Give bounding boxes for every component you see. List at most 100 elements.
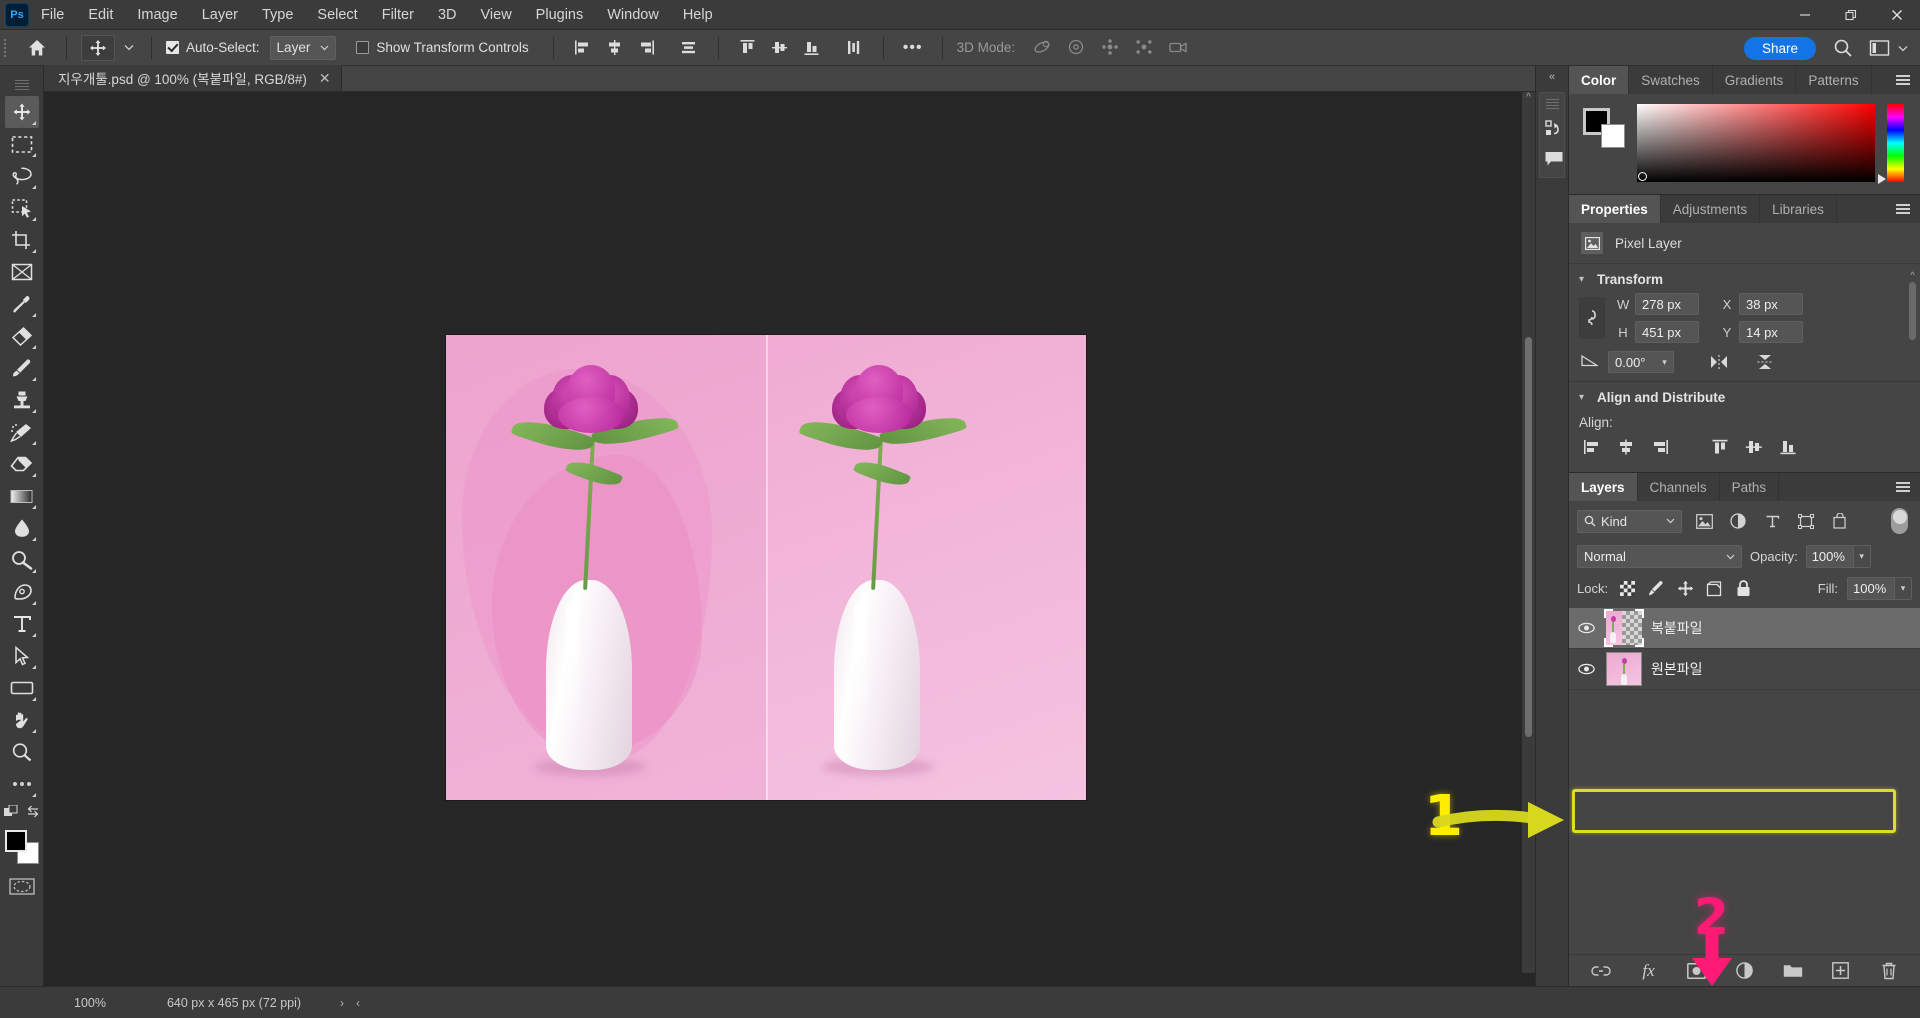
- rectangle-tool[interactable]: [5, 672, 39, 704]
- opacity-chevron-down-icon[interactable]: ▾: [1854, 545, 1871, 568]
- align-vertical-centers-icon[interactable]: [765, 35, 795, 61]
- layer-visibility-icon[interactable]: [1575, 663, 1597, 675]
- flip-vertical-icon[interactable]: [1752, 351, 1778, 373]
- align-section-header[interactable]: ▾ Align and Distribute: [1569, 390, 1920, 411]
- path-selection-tool[interactable]: [5, 640, 39, 672]
- color-spectrum-marker[interactable]: [1638, 172, 1647, 181]
- toolbar-grip[interactable]: [15, 80, 29, 92]
- blur-tool[interactable]: [5, 512, 39, 544]
- color-panel-swatches[interactable]: [1583, 108, 1625, 148]
- lock-position-icon[interactable]: [1675, 579, 1695, 599]
- minimize-button[interactable]: [1782, 0, 1828, 30]
- more-options-icon[interactable]: •••: [898, 35, 928, 61]
- menu-select[interactable]: Select: [305, 0, 369, 30]
- angle-field[interactable]: 0.00° ▾: [1608, 351, 1674, 373]
- align-vertical-centers-icon[interactable]: [1741, 436, 1767, 458]
- 3d-slide-icon[interactable]: [1129, 35, 1159, 61]
- home-icon[interactable]: [22, 35, 52, 61]
- link-layers-icon[interactable]: [1590, 960, 1612, 982]
- dodge-tool[interactable]: [5, 544, 39, 576]
- properties-scroll-thumb[interactable]: [1909, 282, 1916, 340]
- gradient-tool[interactable]: [5, 480, 39, 512]
- adjustment-filter-icon[interactable]: [1726, 510, 1750, 532]
- close-icon[interactable]: ✕: [319, 71, 331, 85]
- marquee-tool[interactable]: [5, 128, 39, 160]
- comments-icon[interactable]: [1540, 143, 1567, 173]
- scroll-up-icon[interactable]: ^: [1907, 270, 1918, 280]
- properties-scrollbar[interactable]: ^: [1907, 270, 1918, 375]
- brush-tool[interactable]: [5, 352, 39, 384]
- lasso-tool[interactable]: [5, 160, 39, 192]
- workspace-icon[interactable]: [1864, 35, 1894, 61]
- align-top-edges-icon[interactable]: [733, 35, 763, 61]
- layers-panel-menu-icon[interactable]: [1892, 473, 1914, 501]
- crop-tool[interactable]: [5, 224, 39, 256]
- align-horizontal-centers-icon[interactable]: [600, 35, 630, 61]
- angle-chevron-down-icon[interactable]: ▾: [1656, 351, 1674, 373]
- zoom-tool[interactable]: [5, 736, 39, 768]
- auto-select-group[interactable]: Auto-Select:: [160, 30, 266, 66]
- fill-chevron-down-icon[interactable]: ▾: [1895, 577, 1912, 600]
- layer-name[interactable]: 복붙파일: [1651, 618, 1703, 638]
- menu-plugins[interactable]: Plugins: [524, 0, 596, 30]
- menu-3d[interactable]: 3D: [426, 0, 469, 30]
- align-top-edges-icon[interactable]: [1707, 436, 1733, 458]
- rail-grip[interactable]: [1546, 99, 1559, 109]
- align-left-edges-icon[interactable]: [1579, 436, 1605, 458]
- tool-preset-chevron-down-icon[interactable]: [121, 35, 137, 61]
- menu-image[interactable]: Image: [125, 0, 189, 30]
- scroll-up-icon[interactable]: ^: [1522, 92, 1535, 103]
- workspace-chevron-down-icon[interactable]: [1894, 35, 1912, 61]
- transform-section-header[interactable]: ▾ Transform: [1569, 272, 1920, 293]
- tab-properties[interactable]: Properties: [1569, 195, 1661, 223]
- align-bottom-edges-icon[interactable]: [1775, 436, 1801, 458]
- tab-swatches[interactable]: Swatches: [1629, 66, 1713, 94]
- frame-tool[interactable]: [5, 256, 39, 288]
- align-horizontal-centers-icon[interactable]: [1613, 436, 1639, 458]
- tab-gradients[interactable]: Gradients: [1713, 66, 1797, 94]
- tab-patterns[interactable]: Patterns: [1796, 66, 1871, 94]
- delete-layer-icon[interactable]: [1878, 960, 1900, 982]
- document-tab[interactable]: 지우개툴.psd @ 100% (복붙파일, RGB/8#) ✕: [44, 65, 342, 91]
- align-left-edges-icon[interactable]: [568, 35, 598, 61]
- 3d-camera-icon[interactable]: [1163, 35, 1193, 61]
- tab-layers[interactable]: Layers: [1569, 473, 1638, 501]
- chevron-down-icon[interactable]: ▾: [1579, 274, 1589, 285]
- color-spectrum[interactable]: [1637, 104, 1875, 182]
- canvas-area[interactable]: [44, 92, 1535, 986]
- height-input[interactable]: 451 px: [1635, 321, 1699, 343]
- status-prev-icon[interactable]: ‹: [350, 996, 366, 1010]
- y-input[interactable]: 14 px: [1739, 321, 1803, 343]
- show-transform-controls-group[interactable]: Show Transform Controls: [342, 30, 534, 66]
- layer-name[interactable]: 원본파일: [1651, 659, 1703, 679]
- menu-window[interactable]: Window: [595, 0, 671, 30]
- layer-visibility-icon[interactable]: [1575, 622, 1597, 634]
- edit-toolbar-icon[interactable]: [5, 768, 39, 800]
- opacity-input[interactable]: 100%: [1806, 545, 1854, 568]
- smart-object-filter-icon[interactable]: [1828, 510, 1852, 532]
- hue-slider[interactable]: [1887, 104, 1904, 182]
- quick-mask-icon[interactable]: [7, 874, 37, 898]
- history-states-icon[interactable]: [1540, 113, 1567, 143]
- layer-list[interactable]: 복붙파일 원본파일: [1569, 608, 1920, 954]
- color-panel-menu-icon[interactable]: [1892, 66, 1914, 94]
- move-tool[interactable]: [5, 96, 39, 128]
- menu-filter[interactable]: Filter: [370, 0, 426, 30]
- fill-input[interactable]: 100%: [1847, 577, 1895, 600]
- tab-paths[interactable]: Paths: [1720, 473, 1780, 501]
- link-icon[interactable]: [1579, 297, 1605, 339]
- flip-horizontal-icon[interactable]: [1706, 351, 1732, 373]
- chevron-down-icon[interactable]: ▾: [1579, 392, 1589, 403]
- align-right-edges-icon[interactable]: [632, 35, 662, 61]
- lock-transparent-pixels-icon[interactable]: [1617, 579, 1637, 599]
- distribute-horizontally-icon[interactable]: [674, 35, 704, 61]
- lock-artboard-nesting-icon[interactable]: [1704, 579, 1724, 599]
- auto-select-checkbox[interactable]: [166, 41, 179, 54]
- hue-slider-marker[interactable]: [1878, 174, 1886, 184]
- properties-panel-menu-icon[interactable]: [1892, 195, 1914, 223]
- menu-help[interactable]: Help: [671, 0, 725, 30]
- auto-select-scope-dropdown[interactable]: Layer: [270, 36, 337, 60]
- lock-image-pixels-icon[interactable]: [1646, 579, 1666, 599]
- pixel-filter-icon[interactable]: [1692, 510, 1716, 532]
- tab-color[interactable]: Color: [1569, 66, 1629, 94]
